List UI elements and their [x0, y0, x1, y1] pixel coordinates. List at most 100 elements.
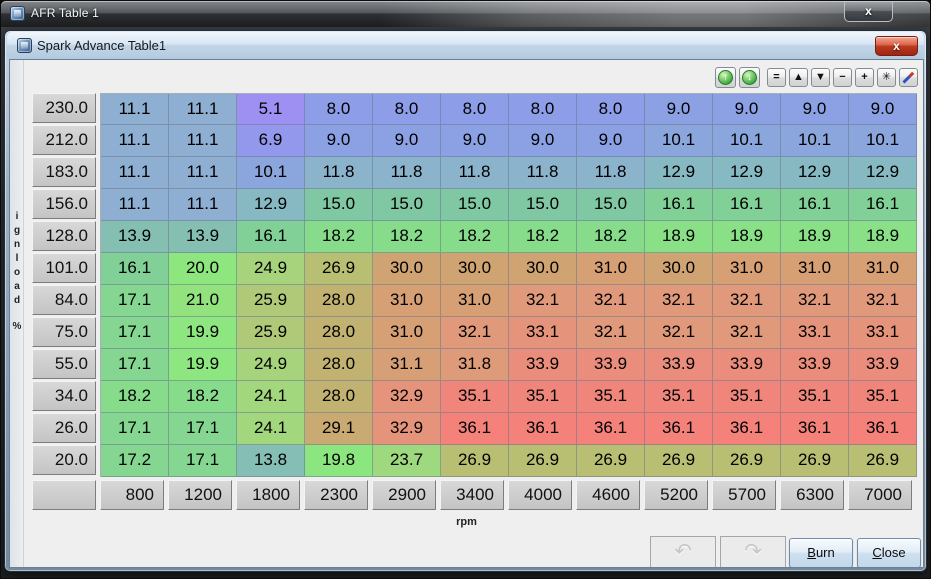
table-cell[interactable]: 36.1 — [509, 413, 577, 445]
table-cell[interactable]: 33.9 — [781, 349, 849, 381]
table-cell[interactable]: 16.1 — [849, 189, 917, 221]
table-cell[interactable]: 17.1 — [101, 413, 169, 445]
table-cell[interactable]: 10.1 — [849, 125, 917, 157]
table-cell[interactable]: 17.1 — [101, 349, 169, 381]
table-cell[interactable]: 15.0 — [305, 189, 373, 221]
edit-pencil-button[interactable] — [899, 68, 918, 87]
table-cell[interactable]: 11.8 — [373, 157, 441, 189]
table-cell[interactable]: 19.9 — [169, 349, 237, 381]
x-axis-header[interactable]: 1200 — [168, 480, 232, 510]
table-cell[interactable]: 12.9 — [781, 157, 849, 189]
table-cell[interactable]: 36.1 — [713, 413, 781, 445]
minus-button[interactable]: − — [833, 68, 852, 87]
table-cell[interactable]: 9.0 — [509, 125, 577, 157]
table-cell[interactable]: 11.8 — [509, 157, 577, 189]
table-cell[interactable]: 35.1 — [713, 381, 781, 413]
table-cell[interactable]: 33.1 — [849, 317, 917, 349]
table-cell[interactable]: 32.1 — [713, 285, 781, 317]
table-cell[interactable]: 31.0 — [373, 317, 441, 349]
table-cell[interactable]: 32.9 — [373, 381, 441, 413]
dialog-titlebar[interactable]: Spark Advance Table1 x — [7, 32, 924, 59]
table-cell[interactable]: 15.0 — [373, 189, 441, 221]
table-cell[interactable]: 26.9 — [713, 445, 781, 477]
table-cell[interactable]: 26.9 — [577, 445, 645, 477]
table-cell[interactable]: 11.1 — [101, 157, 169, 189]
table-cell[interactable]: 31.8 — [441, 349, 509, 381]
table-cell[interactable]: 19.9 — [169, 317, 237, 349]
table-cell[interactable]: 26.9 — [645, 445, 713, 477]
table-cell[interactable]: 19.8 — [305, 445, 373, 477]
table-cell[interactable]: 35.1 — [849, 381, 917, 413]
table-cell[interactable]: 23.7 — [373, 445, 441, 477]
x-axis-header[interactable]: 5700 — [712, 480, 776, 510]
table-cell[interactable]: 24.9 — [237, 253, 305, 285]
table-cell[interactable]: 28.0 — [305, 317, 373, 349]
redo-button[interactable]: ↷ — [720, 536, 786, 568]
table-cell[interactable]: 26.9 — [441, 445, 509, 477]
table-cell[interactable]: 35.1 — [441, 381, 509, 413]
table-cell[interactable]: 33.1 — [781, 317, 849, 349]
table-cell[interactable]: 12.9 — [237, 189, 305, 221]
table-cell[interactable]: 36.1 — [441, 413, 509, 445]
table-cell[interactable]: 36.1 — [781, 413, 849, 445]
table-cell[interactable]: 21.0 — [169, 285, 237, 317]
table-cell[interactable]: 35.1 — [577, 381, 645, 413]
table-cell[interactable]: 26.9 — [849, 445, 917, 477]
table-cell[interactable]: 31.0 — [781, 253, 849, 285]
row-header[interactable]: 156.0 — [32, 189, 96, 219]
table-cell[interactable]: 31.0 — [577, 253, 645, 285]
table-cell[interactable]: 12.9 — [849, 157, 917, 189]
row-header[interactable]: 34.0 — [32, 381, 96, 411]
x-axis-header[interactable]: 3400 — [440, 480, 504, 510]
table-cell[interactable]: 8.0 — [373, 94, 441, 125]
table-cell[interactable]: 36.1 — [577, 413, 645, 445]
table-cell[interactable]: 9.0 — [373, 125, 441, 157]
plus-button[interactable]: + — [855, 68, 874, 87]
close-button[interactable]: Close — [857, 538, 921, 568]
table-cell[interactable]: 17.1 — [169, 445, 237, 477]
table-cell[interactable]: 10.1 — [645, 125, 713, 157]
table-cell[interactable]: 9.0 — [849, 94, 917, 125]
dialog-close-button[interactable]: x — [875, 36, 918, 56]
table-cell[interactable]: 29.1 — [305, 413, 373, 445]
table-cell[interactable]: 32.1 — [645, 285, 713, 317]
table-cell[interactable]: 32.1 — [509, 285, 577, 317]
table-cell[interactable]: 32.1 — [849, 285, 917, 317]
table-cell[interactable]: 9.0 — [645, 94, 713, 125]
x-axis-header[interactable]: 2900 — [372, 480, 436, 510]
table-cell[interactable]: 18.9 — [645, 221, 713, 253]
table-cell[interactable]: 18.9 — [781, 221, 849, 253]
table-cell[interactable]: 11.1 — [101, 94, 169, 125]
table-cell[interactable]: 28.0 — [305, 381, 373, 413]
table-cell[interactable]: 35.1 — [509, 381, 577, 413]
table-cell[interactable]: 17.1 — [101, 285, 169, 317]
table-cell[interactable]: 18.2 — [101, 381, 169, 413]
table-cell[interactable]: 33.9 — [509, 349, 577, 381]
table-cell[interactable]: 15.0 — [577, 189, 645, 221]
table-cell[interactable]: 11.1 — [101, 189, 169, 221]
row-header[interactable]: 101.0 — [32, 253, 96, 283]
table-cell[interactable]: 8.0 — [577, 94, 645, 125]
table-cell[interactable]: 18.2 — [373, 221, 441, 253]
table-cell[interactable]: 18.2 — [305, 221, 373, 253]
table-cell[interactable]: 32.9 — [373, 413, 441, 445]
table-cell[interactable]: 33.1 — [509, 317, 577, 349]
table-cell[interactable]: 11.8 — [577, 157, 645, 189]
table-cell[interactable]: 31.0 — [373, 285, 441, 317]
table-cell[interactable]: 36.1 — [849, 413, 917, 445]
table-cell[interactable]: 16.1 — [645, 189, 713, 221]
table-cell[interactable]: 9.0 — [305, 125, 373, 157]
table-cell[interactable]: 17.1 — [169, 413, 237, 445]
table-cell[interactable]: 24.1 — [237, 413, 305, 445]
table-cell[interactable]: 18.2 — [169, 381, 237, 413]
table-cell[interactable]: 32.1 — [645, 317, 713, 349]
row-header[interactable]: 20.0 — [32, 445, 96, 475]
burn-button[interactable]: Burn — [789, 538, 853, 568]
background-close-button[interactable]: x — [844, 2, 893, 22]
table-cell[interactable]: 32.1 — [577, 285, 645, 317]
row-header[interactable]: 55.0 — [32, 349, 96, 379]
table-cell[interactable]: 11.1 — [101, 125, 169, 157]
table-cell[interactable]: 33.9 — [577, 349, 645, 381]
table-cell[interactable]: 11.8 — [305, 157, 373, 189]
set-equal-button[interactable]: = — [767, 68, 786, 87]
